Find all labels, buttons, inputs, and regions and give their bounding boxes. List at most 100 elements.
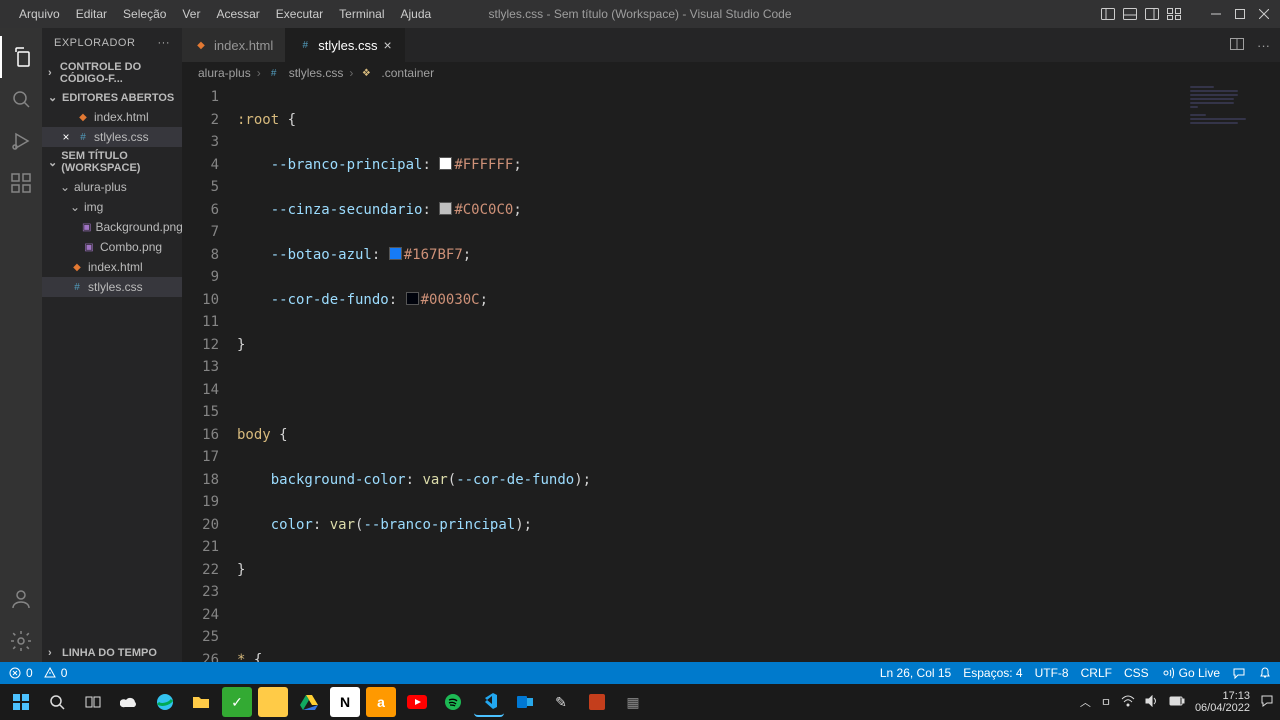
file-item[interactable]: ◆ index.html — [42, 257, 182, 277]
menu-ver[interactable]: Ver — [175, 3, 207, 25]
indentation[interactable]: Espaços: 4 — [963, 666, 1022, 680]
vscode-icon[interactable] — [474, 687, 504, 717]
breadcrumb[interactable]: alura-plus › # stlyles.css › ❖ .containe… — [182, 62, 1280, 84]
breadcrumb-item[interactable]: alura-plus — [198, 66, 251, 80]
errors-count[interactable]: 0 — [8, 666, 33, 680]
workspace-section[interactable]: ⌄ SEM TÍTULO (WORKSPACE) — [42, 147, 182, 177]
css-file-icon: # — [267, 66, 281, 80]
open-editors-section[interactable]: ⌄ EDITORES ABERTOS — [42, 88, 182, 107]
open-editor-label: index.html — [94, 110, 149, 124]
breadcrumb-item[interactable]: stlyles.css — [289, 66, 344, 80]
more-actions-icon[interactable]: ··· — [1257, 38, 1270, 53]
outlook-icon[interactable] — [510, 687, 540, 717]
cloud-icon[interactable] — [114, 687, 144, 717]
layout-panel-right-icon[interactable] — [1144, 6, 1160, 22]
file-explorer-icon[interactable] — [186, 687, 216, 717]
open-editor-item[interactable]: ◆ index.html — [42, 107, 182, 127]
window-close-icon[interactable] — [1256, 6, 1272, 22]
battery-icon[interactable] — [1169, 696, 1185, 709]
task-view-icon[interactable] — [78, 687, 108, 717]
volume-icon[interactable] — [1145, 695, 1159, 710]
minimap[interactable] — [1186, 84, 1266, 662]
wifi-icon[interactable] — [1121, 695, 1135, 710]
symbol-class-icon: ❖ — [359, 66, 373, 80]
customize-layout-icon[interactable] — [1166, 6, 1182, 22]
run-debug-icon[interactable] — [0, 120, 42, 162]
code-content[interactable]: :root { --branco-principal: #FFFFFF; --c… — [237, 84, 1280, 662]
app-icon[interactable] — [258, 687, 288, 717]
start-button[interactable] — [6, 687, 36, 717]
app-icon[interactable]: ✎ — [546, 687, 576, 717]
menu-acessar[interactable]: Acessar — [209, 3, 266, 25]
sidebar-more-icon[interactable]: ··· — [158, 37, 171, 49]
notifications-icon[interactable] — [1258, 666, 1272, 680]
google-drive-icon[interactable] — [294, 687, 324, 717]
folder-item[interactable]: ⌄ img — [42, 197, 182, 217]
taskbar: ✓ N a ✎ ▦ ︿ ㅁ 17:13 06/04/2022 — [0, 684, 1280, 720]
breadcrumb-item[interactable]: .container — [381, 66, 434, 80]
layout-panel-left-icon[interactable] — [1100, 6, 1116, 22]
gear-icon[interactable] — [0, 620, 42, 662]
chevron-right-icon: › — [349, 66, 353, 80]
clock-time: 17:13 — [1195, 690, 1250, 702]
html-file-icon: ◆ — [76, 110, 90, 124]
extensions-icon[interactable] — [0, 162, 42, 204]
warnings-count[interactable]: 0 — [43, 666, 68, 680]
tab-stlyles-css[interactable]: # stlyles.css × — [286, 28, 404, 62]
menu-selecao[interactable]: Seleção — [116, 3, 173, 25]
folder-item[interactable]: ⌄ alura-plus — [42, 177, 182, 197]
file-item[interactable]: ▣ Combo.png — [42, 237, 182, 257]
search-taskbar-icon[interactable] — [42, 687, 72, 717]
layout-panel-bottom-icon[interactable] — [1122, 6, 1138, 22]
file-item[interactable]: # stlyles.css — [42, 277, 182, 297]
css-file-icon: # — [70, 280, 84, 294]
image-file-icon: ▣ — [82, 220, 91, 234]
close-icon[interactable]: × — [60, 130, 72, 144]
app-icon[interactable]: ✓ — [222, 687, 252, 717]
encoding[interactable]: UTF-8 — [1035, 666, 1069, 680]
source-control-section[interactable]: › CONTROLE DO CÓDIGO-F... — [42, 58, 182, 88]
tab-label: stlyles.css — [318, 38, 377, 53]
spotify-icon[interactable] — [438, 687, 468, 717]
edge-icon[interactable] — [150, 687, 180, 717]
explorer-icon[interactable] — [0, 36, 42, 78]
notion-icon[interactable]: N — [330, 687, 360, 717]
tray-chevron-icon[interactable]: ︿ — [1080, 694, 1091, 710]
menu-arquivo[interactable]: Arquivo — [12, 3, 67, 25]
menu-ajuda[interactable]: Ajuda — [394, 3, 439, 25]
menu-editar[interactable]: Editar — [69, 3, 114, 25]
css-file-icon: # — [298, 38, 312, 52]
chevron-down-icon: ⌄ — [70, 200, 80, 214]
file-item[interactable]: ▣ Background.png — [42, 217, 182, 237]
code-area[interactable]: 1234567891011121314151617181920212223242… — [182, 84, 1280, 662]
window-minimize-icon[interactable] — [1208, 6, 1224, 22]
clock[interactable]: 17:13 06/04/2022 — [1195, 690, 1250, 714]
split-editor-icon[interactable] — [1229, 36, 1245, 55]
app-icon[interactable]: a — [366, 687, 396, 717]
notifications-tray-icon[interactable] — [1260, 694, 1274, 711]
accounts-icon[interactable] — [0, 578, 42, 620]
tab-index-html[interactable]: ◆ index.html — [182, 28, 286, 62]
app-icon[interactable]: ▦ — [618, 687, 648, 717]
feedback-icon[interactable] — [1232, 666, 1246, 680]
folder-label: img — [84, 200, 103, 214]
window-maximize-icon[interactable] — [1232, 6, 1248, 22]
youtube-icon[interactable] — [402, 687, 432, 717]
system-tray: ︿ ㅁ 17:13 06/04/2022 — [1080, 690, 1274, 714]
titlebar: Arquivo Editar Seleção Ver Acessar Execu… — [0, 0, 1280, 28]
file-label: index.html — [88, 260, 143, 274]
language-indicator[interactable]: ㅁ — [1101, 694, 1111, 710]
eol[interactable]: CRLF — [1081, 666, 1112, 680]
app-icon[interactable] — [582, 687, 612, 717]
open-editor-item[interactable]: × # stlyles.css — [42, 127, 182, 147]
go-live[interactable]: Go Live — [1161, 666, 1220, 680]
close-tab-icon[interactable]: × — [383, 37, 391, 53]
cursor-position[interactable]: Ln 26, Col 15 — [880, 666, 951, 680]
file-label: stlyles.css — [88, 280, 143, 294]
menu-terminal[interactable]: Terminal — [332, 3, 391, 25]
language-mode[interactable]: CSS — [1124, 666, 1149, 680]
search-icon[interactable] — [0, 78, 42, 120]
menu-executar[interactable]: Executar — [269, 3, 330, 25]
timeline-section[interactable]: › LINHA DO TEMPO — [42, 644, 182, 662]
status-bar: 0 0 Ln 26, Col 15 Espaços: 4 UTF-8 CRLF … — [0, 662, 1280, 684]
